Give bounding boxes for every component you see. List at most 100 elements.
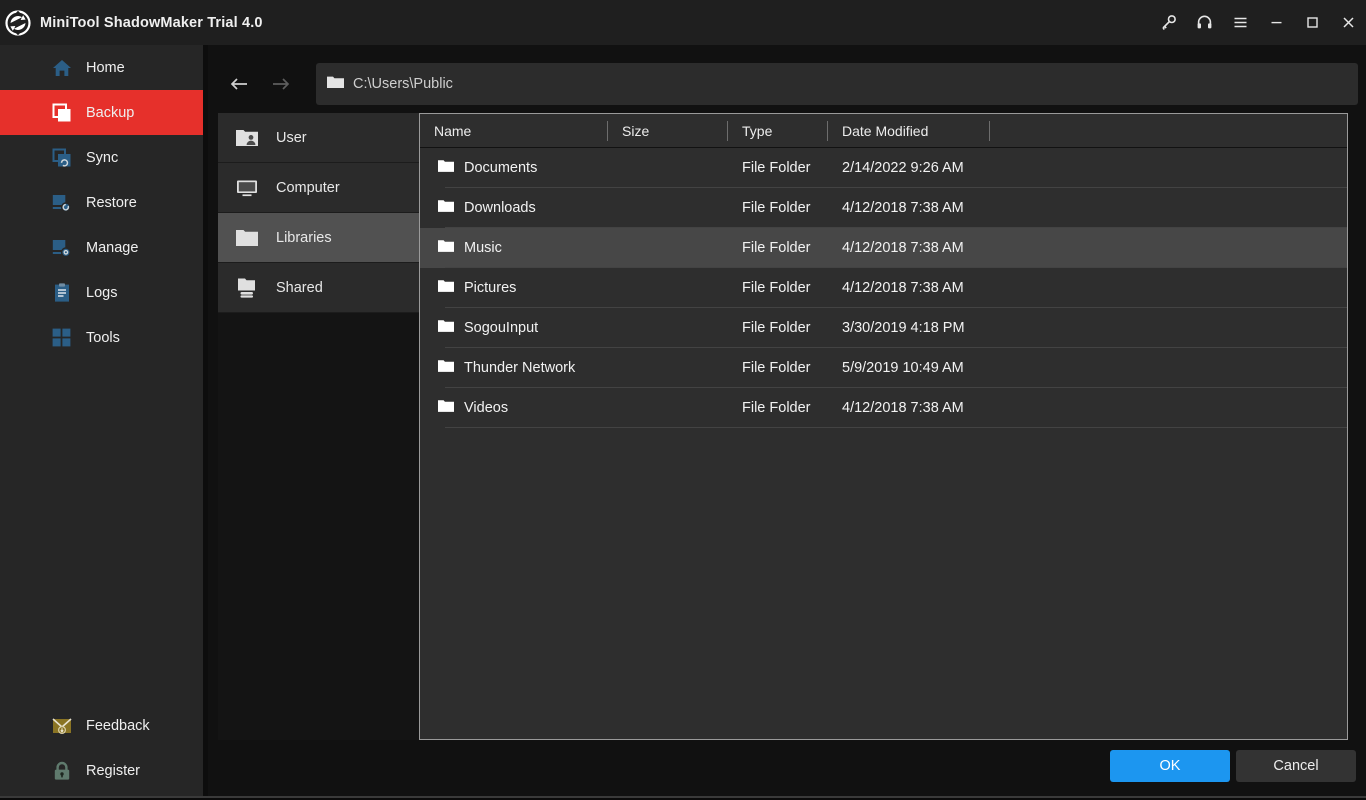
close-icon[interactable] <box>1330 0 1366 45</box>
file-name-cell: Pictures <box>420 280 608 296</box>
menu-icon[interactable] <box>1222 0 1258 45</box>
back-arrow-icon[interactable] <box>218 63 260 105</box>
file-type-cell: File Folder <box>742 400 811 416</box>
window-title: MiniTool ShadowMaker Trial 4.0 <box>40 14 263 31</box>
file-name-cell: Music <box>420 240 608 256</box>
file-name-label: Videos <box>464 400 509 416</box>
sidebar-item-tools[interactable]: Tools <box>0 315 203 360</box>
sidebar-item-register[interactable]: Register <box>0 748 203 793</box>
logs-icon <box>52 282 72 303</box>
file-type-cell: File Folder <box>742 360 811 376</box>
register-lock-icon <box>52 761 72 781</box>
folder-icon <box>438 160 454 177</box>
file-type-cell: File Folder <box>742 320 811 336</box>
sidebar-item-label: Manage <box>86 239 139 256</box>
manage-icon <box>52 238 72 258</box>
file-type-cell: File Folder <box>742 280 811 296</box>
sidebar-item-label: Feedback <box>86 717 150 734</box>
table-row[interactable]: Pictures File Folder 4/12/2018 7:38 AM <box>420 268 1347 308</box>
column-header-name[interactable]: Name <box>420 114 608 148</box>
path-text: C:\Users\Public <box>353 76 453 92</box>
file-name-cell: Videos <box>420 400 608 416</box>
sidebar-item-label: Home <box>86 59 125 76</box>
tree-item-shared[interactable]: Shared <box>218 263 421 313</box>
file-type-cell: File Folder <box>742 160 811 176</box>
key-icon[interactable] <box>1150 0 1186 45</box>
table-row[interactable]: Music File Folder 4/12/2018 7:38 AM <box>420 228 1347 268</box>
sidebar-item-sync[interactable]: Sync <box>0 135 203 180</box>
folder-icon <box>438 240 454 257</box>
path-input[interactable]: C:\Users\Public <box>316 63 1358 105</box>
table-row[interactable]: Thunder Network File Folder 5/9/2019 10:49… <box>420 348 1347 388</box>
table-row[interactable]: Videos File Folder 4/12/2018 7:38 AM <box>420 388 1347 428</box>
table-row[interactable]: SogouInput File Folder 3/30/2019 4:18 PM <box>420 308 1347 348</box>
sidebar-item-manage[interactable]: Manage <box>0 225 203 270</box>
file-name-label: Music <box>464 240 502 256</box>
table-row[interactable]: Downloads File Folder 4/12/2018 7:38 AM <box>420 188 1347 228</box>
file-date-cell: 2/14/2022 9:26 AM <box>842 160 964 176</box>
shared-folder-icon <box>236 277 258 299</box>
file-date-cell: 5/9/2019 10:49 AM <box>842 360 964 376</box>
file-name-label: Documents <box>464 160 538 176</box>
folder-icon <box>438 360 454 377</box>
file-list-body: Documents File Folder 2/14/2022 9:26 AM Dow… <box>420 148 1347 428</box>
file-date-cell: 4/12/2018 7:38 AM <box>842 280 964 296</box>
sidebar-item-restore[interactable]: Restore <box>0 180 203 225</box>
file-name-label: Thunder Network <box>464 360 576 376</box>
feedback-envelope-icon <box>52 716 72 736</box>
file-name-label: Pictures <box>464 280 517 296</box>
sidebar-item-label: Logs <box>86 284 118 301</box>
folder-icon <box>327 75 344 94</box>
sidebar-bottom-nav: Feedback Register <box>0 703 203 793</box>
dialog-footer: OK Cancel <box>208 750 1366 782</box>
tools-icon <box>52 328 72 348</box>
file-name-cell: Documents <box>420 160 608 176</box>
file-date-cell: 3/30/2019 4:18 PM <box>842 320 965 336</box>
file-type-cell: File Folder <box>742 240 811 256</box>
folder-icon <box>438 280 454 297</box>
tree-item-libraries[interactable]: Libraries <box>218 213 421 263</box>
sidebar-item-feedback[interactable]: Feedback <box>0 703 203 748</box>
user-folder-icon <box>236 127 258 149</box>
minimize-icon[interactable] <box>1258 0 1294 45</box>
maximize-icon[interactable] <box>1294 0 1330 45</box>
sidebar-item-backup[interactable]: Backup <box>0 90 203 135</box>
column-header-type[interactable]: Type <box>728 114 828 148</box>
path-bar: C:\Users\Public <box>218 63 1358 105</box>
folder-icon <box>236 227 258 249</box>
column-header-size[interactable]: Size <box>608 114 728 148</box>
sidebar-item-label: Sync <box>86 149 119 166</box>
sidebar-item-label: Backup <box>86 104 135 121</box>
monitor-icon <box>236 177 258 199</box>
location-tree: User Computer Libraries Shared <box>218 113 421 740</box>
sync-circle-logo-icon <box>5 9 31 36</box>
sidebar-item-logs[interactable]: Logs <box>0 270 203 315</box>
file-name-cell: SogouInput <box>420 320 608 336</box>
backup-icon <box>52 103 72 123</box>
sidebar-item-home[interactable]: Home <box>0 45 203 90</box>
support-icon[interactable] <box>1186 0 1222 45</box>
folder-icon <box>438 400 454 417</box>
tree-item-label: User <box>276 129 307 146</box>
table-row[interactable]: Documents File Folder 2/14/2022 9:26 AM <box>420 148 1347 188</box>
cancel-button[interactable]: Cancel <box>1236 750 1356 782</box>
file-list-panel: Name Size Type Date Modified Documents Fi… <box>419 113 1348 740</box>
ok-button[interactable]: OK <box>1110 750 1230 782</box>
tree-item-user[interactable]: User <box>218 113 421 163</box>
column-header-extra[interactable] <box>990 114 1050 148</box>
sync-icon <box>52 148 72 168</box>
restore-icon <box>52 193 72 213</box>
tree-item-computer[interactable]: Computer <box>218 163 421 213</box>
file-date-cell: 4/12/2018 7:38 AM <box>842 400 964 416</box>
sidebar-item-label: Restore <box>86 194 137 211</box>
application-window: MiniTool ShadowMaker Trial 4.0 Home Back… <box>0 0 1366 800</box>
sidebar-top-nav: Home Backup Sync Restore Manage Logs Too… <box>0 45 203 360</box>
title-bar: MiniTool ShadowMaker Trial 4.0 <box>0 0 1366 45</box>
tree-item-label: Computer <box>276 179 340 196</box>
tree-item-label: Shared <box>276 279 323 296</box>
folder-icon <box>438 320 454 337</box>
sidebar-item-label: Register <box>86 762 140 779</box>
tree-item-label: Libraries <box>276 229 332 246</box>
forward-arrow-icon[interactable] <box>260 63 302 105</box>
column-header-date-modified[interactable]: Date Modified <box>828 114 990 148</box>
